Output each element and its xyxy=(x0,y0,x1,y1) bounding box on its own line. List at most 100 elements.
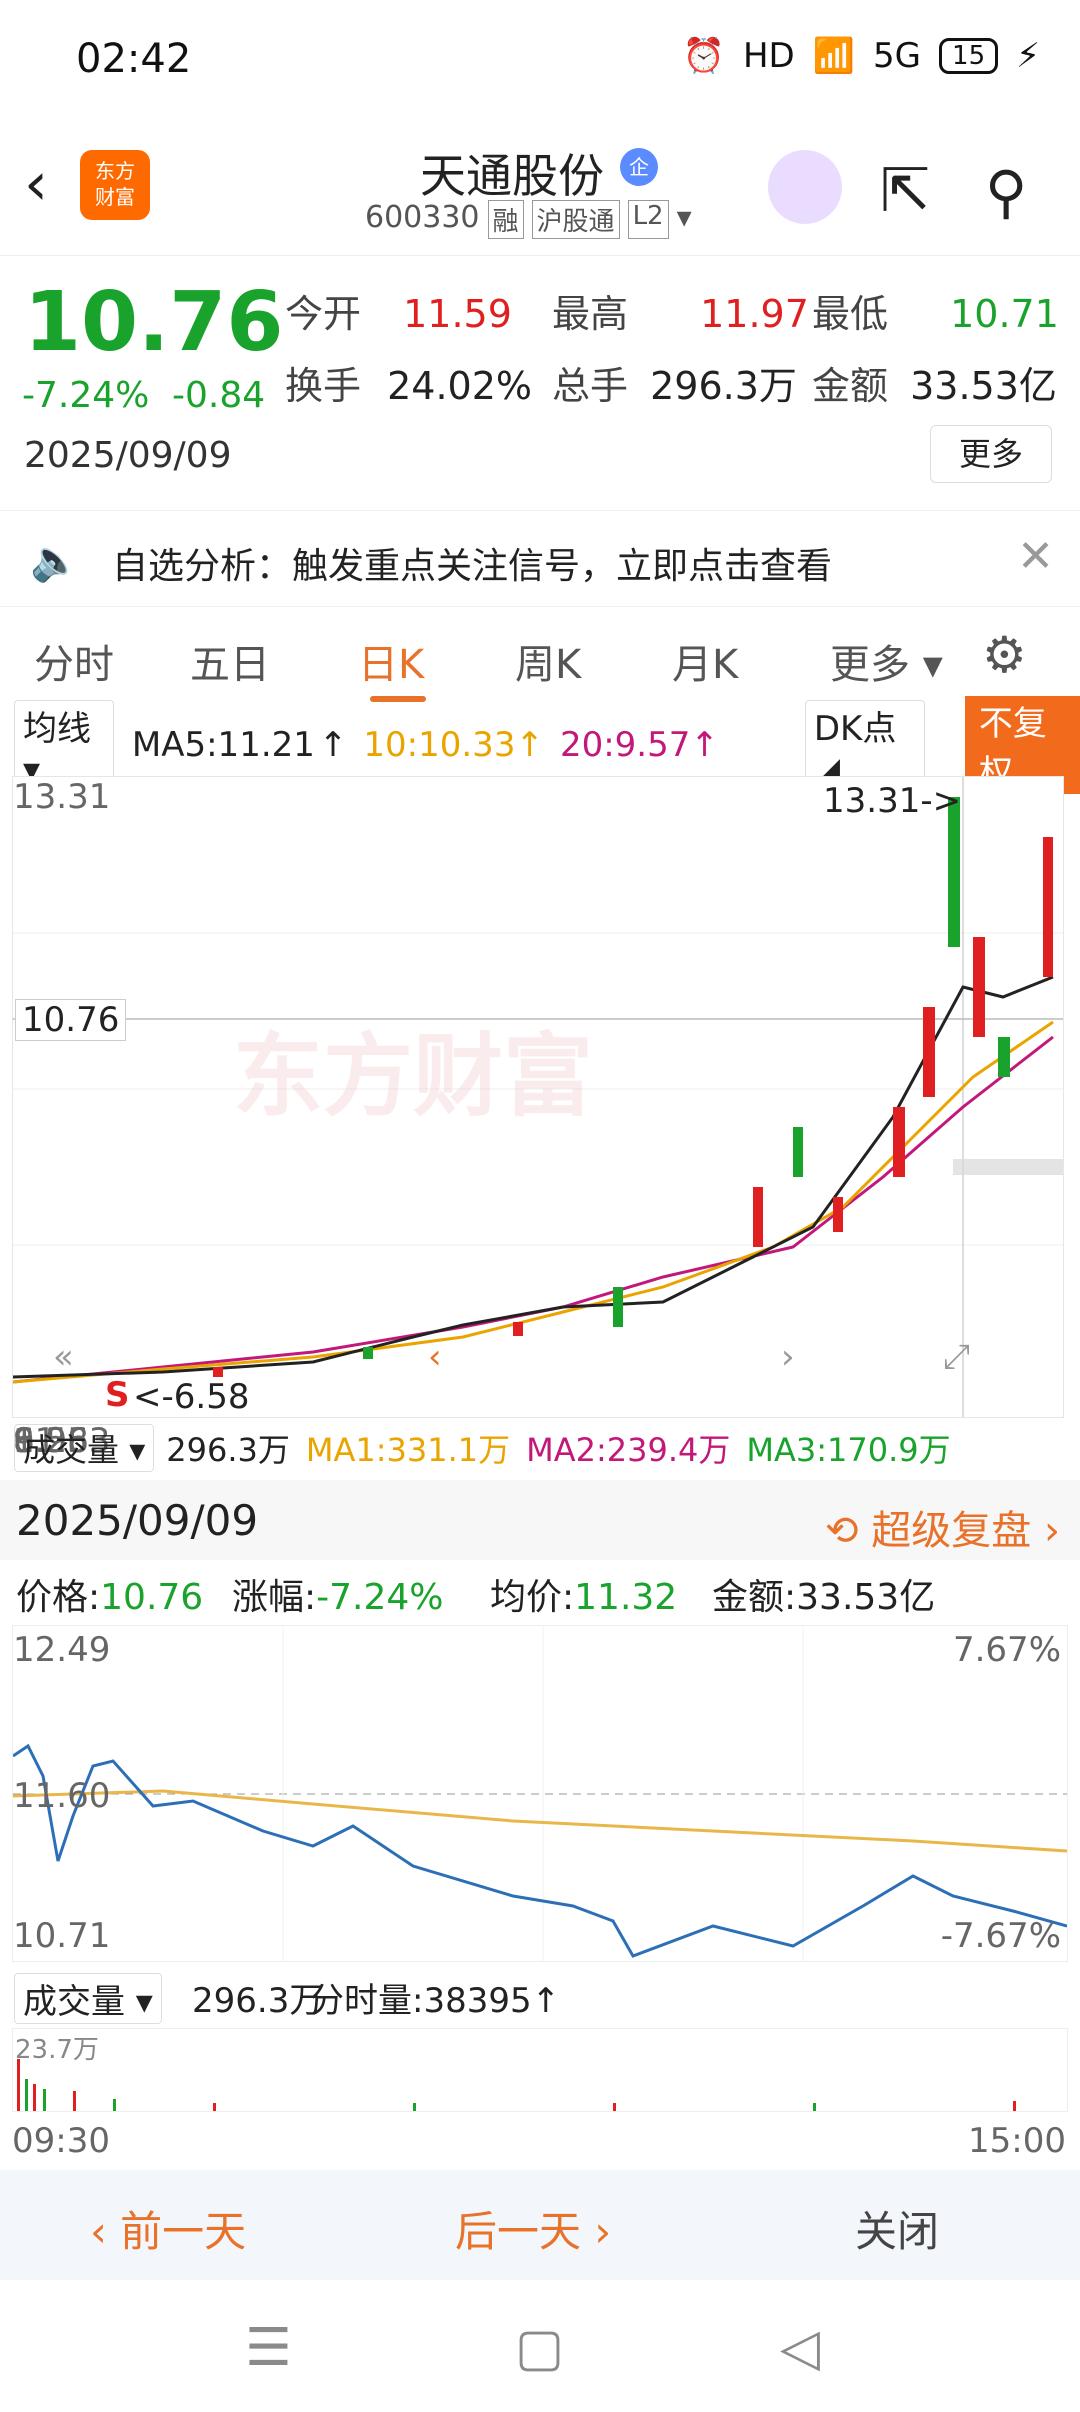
time-start: 09:30 xyxy=(12,2121,110,2161)
intraday-top-pct: 7.67% xyxy=(952,1630,1061,1670)
chevron-right-icon[interactable]: › xyxy=(781,1337,795,1377)
tab-more[interactable]: 更多 ▾ xyxy=(830,632,943,690)
hd-icon: HD xyxy=(742,36,795,76)
ma20-value: 20:9.57 xyxy=(559,725,691,765)
super-review-link[interactable]: ⟲ 超级复盘 › xyxy=(825,1498,1060,1556)
status-bar: 02:42 ⏰ HD 📶 5G 15 ⚡ xyxy=(0,0,1080,120)
stock-name: 天通股份 xyxy=(420,149,604,203)
vol-ma1: MA1:331.1万 xyxy=(305,1431,511,1469)
expand-icon[interactable]: ⤢ xyxy=(943,1337,970,1377)
intraday-header: 2025/09/09 ⟲ 超级复盘 › xyxy=(0,1480,1080,1560)
intraday-price: 价格:10.76 xyxy=(16,1577,204,1618)
home-icon[interactable]: ▢ xyxy=(515,2318,564,2378)
time-axis: 09:30 15:00 xyxy=(0,2115,1080,2165)
tab-intraday[interactable]: 分时 xyxy=(34,632,114,690)
ma10-value: 10:10.33 xyxy=(363,725,516,765)
intraday-avg: 均价:11.32 xyxy=(490,1577,678,1618)
volume-field: 总手 296.3万 xyxy=(552,364,797,408)
ma-bar: 均线 ▾ MA5:11.21 ↑ 10:10.33 ↑ 20:9.57 ↑ DK… xyxy=(0,696,1080,794)
charging-icon: ⚡ xyxy=(1016,36,1040,76)
stock-header: ‹ 东方 财富 天通股份 企 600330 融 沪股通 L2 ▾ ⇱ ⚲ xyxy=(0,120,1080,256)
time-end: 15:00 xyxy=(968,2121,1066,2161)
intraday-volume-chart: 23.7万 xyxy=(12,2028,1068,2112)
intraday-bottom-price: 10.71 xyxy=(13,1916,111,1956)
next-day-button[interactable]: 后一天 › xyxy=(455,2198,611,2259)
speaker-icon: 🔈 xyxy=(30,538,80,584)
signal-icon: 5G xyxy=(873,36,922,76)
settings-gear-icon[interactable]: ⚙ xyxy=(982,626,1027,684)
chevron-left-icon[interactable]: ‹ xyxy=(428,1337,442,1377)
wifi-icon: 📶 xyxy=(812,36,856,76)
sell-signal-marker: S xyxy=(105,1375,130,1415)
ma5-value: MA5:11.21 xyxy=(131,725,315,765)
double-chevron-left-icon[interactable]: « xyxy=(53,1337,74,1377)
battery-indicator: 15 xyxy=(939,38,999,74)
chevron-down-icon: ▾ xyxy=(676,200,692,235)
tab-daily-k[interactable]: 日K xyxy=(358,632,424,690)
back-icon[interactable]: ‹ xyxy=(24,154,48,214)
change-value: -0.84 xyxy=(172,375,266,416)
status-time: 02:42 xyxy=(76,36,192,82)
intraday-info-row: 价格:10.76 涨幅:-7.24% 均价:11.32 金额:33.53亿 xyxy=(0,1560,1080,1620)
max-price-marker: 13.31-> xyxy=(823,781,962,821)
active-tab-indicator xyxy=(370,696,426,702)
status-icons: ⏰ HD 📶 5G 15 ⚡ xyxy=(683,36,1040,76)
tick-volume: 分时量:38395↑ xyxy=(310,1981,561,2021)
app-logo: 东方 财富 xyxy=(80,150,150,220)
tab-five-day[interactable]: 五日 xyxy=(190,632,270,690)
candlestick-chart[interactable]: 东方财富 13.31 11.63 9.95 8.26 6.58 10.76 13… xyxy=(12,776,1064,1461)
stock-code: 600330 xyxy=(365,200,480,235)
intraday-mid-price: 11.60 xyxy=(13,1776,111,1816)
current-price-marker: 10.76 xyxy=(15,999,127,1041)
enterprise-badge: 企 xyxy=(620,148,658,186)
volume-indicator-bar: 成交量 ▾ 296.3万 MA1:331.1万 MA2:239.4万 MA3:1… xyxy=(0,1420,1080,1476)
min-price-marker: <-6.58 xyxy=(133,1377,250,1417)
close-icon[interactable]: ✕ xyxy=(1017,531,1054,582)
search-icon[interactable]: ⚲ xyxy=(985,158,1027,226)
current-price: 10.76 xyxy=(24,275,284,370)
close-button[interactable]: 关闭 xyxy=(855,2198,939,2259)
volume-value: 296.3万 xyxy=(166,1431,290,1469)
notice-text[interactable]: 自选分析：触发重点关注信号，立即点击查看 xyxy=(112,537,832,589)
intraday-volume-value: 296.3万 xyxy=(192,1981,324,2021)
volume-select[interactable]: 成交量 ▾ xyxy=(14,1424,155,1472)
candlestick-svg: 东方财富 xyxy=(12,777,1063,1417)
tag-l2: L2 xyxy=(627,200,669,239)
intraday-volume-select[interactable]: 成交量 ▾ xyxy=(14,1973,162,2024)
tab-monthly-k[interactable]: 月K xyxy=(672,632,738,690)
tag-margin: 融 xyxy=(487,200,524,239)
vol-ma3: MA3:170.9万 xyxy=(746,1431,951,1469)
avatar[interactable] xyxy=(768,150,842,224)
intraday-volume-bar: 成交量 ▾ 296.3万 分时量:38395↑ xyxy=(0,1965,1080,2025)
open-field: 今开 11.59 xyxy=(285,292,512,336)
change-percent: -7.24% xyxy=(22,375,150,416)
turnover-field: 换手 24.02% xyxy=(285,364,533,408)
system-nav-bar: ☰ ▢ ◁ xyxy=(0,2280,1080,2412)
menu-icon[interactable]: ☰ xyxy=(245,2318,292,2378)
quote-date: 2025/09/09 xyxy=(24,435,232,476)
intraday-chart[interactable]: 12.49 7.67% 11.60 10.71 -7.67% xyxy=(12,1625,1068,1962)
tag-connect: 沪股通 xyxy=(531,200,620,239)
back-triangle-icon[interactable]: ◁ xyxy=(780,2318,820,2378)
watermark-text: 东方财富 xyxy=(233,1024,593,1129)
vol-ma2: MA2:239.4万 xyxy=(526,1431,731,1469)
y-label-top: 13.31 xyxy=(13,777,111,817)
more-button[interactable]: 更多 xyxy=(930,425,1052,483)
chart-tabs: 分时 五日 日K 周K 月K 更多 ▾ ⚙ xyxy=(0,612,1080,712)
amount-field: 金额 33.53亿 xyxy=(812,364,1057,408)
intraday-change: 涨幅:-7.24% xyxy=(232,1577,444,1618)
quote-panel: 10.76 -7.24% -0.84 2025/09/09 今开 11.59 最… xyxy=(0,255,1080,505)
share-icon[interactable]: ⇱ xyxy=(880,156,930,226)
intraday-svg xyxy=(12,1626,1068,1961)
tab-weekly-k[interactable]: 周K xyxy=(515,632,581,690)
prev-day-button[interactable]: ‹ 前一天 xyxy=(90,2198,246,2259)
low-field: 最低 10.71 xyxy=(812,292,1059,336)
max-volume-label: 23.7万 xyxy=(15,2035,99,2065)
intraday-amount: 金额:33.53亿 xyxy=(712,1577,936,1618)
notice-bar[interactable]: 🔈 自选分析：触发重点关注信号，立即点击查看 ✕ xyxy=(0,510,1080,607)
volume-bars-svg xyxy=(17,2059,1016,2111)
alarm-icon: ⏰ xyxy=(682,36,725,76)
day-navigation-bar: ‹ 前一天 后一天 › 关闭 xyxy=(0,2170,1080,2280)
stock-code-row[interactable]: 600330 融 沪股通 L2 ▾ xyxy=(365,200,692,239)
intraday-date: 2025/09/09 xyxy=(16,1496,259,1545)
